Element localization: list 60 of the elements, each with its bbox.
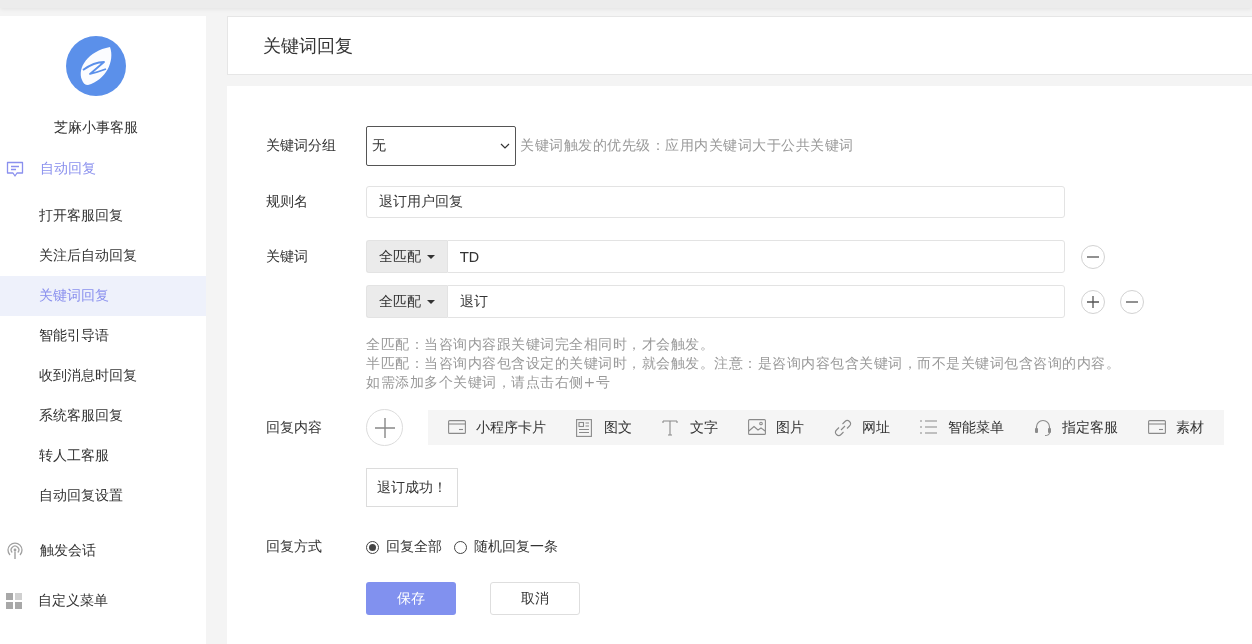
submenu-item[interactable]: 系统客服回复 [0, 396, 206, 436]
minus-icon [1126, 300, 1138, 303]
submenu-item[interactable]: 收到消息时回复 [0, 356, 206, 396]
card-icon [1148, 418, 1166, 437]
grid-icon [6, 593, 22, 609]
submenu-item[interactable]: 关注后自动回复 [0, 236, 206, 276]
help-text: 全匹配：当咨询内容跟关键词完全相同时，才会触发。 [366, 335, 715, 354]
reply-type-button[interactable]: 素材 [1148, 418, 1204, 437]
help-text: 如需添加多个关键词，请点击右侧+号 [366, 373, 612, 392]
help-text: 半匹配：当咨询内容包含设定的关键词时，就会触发。注意：是咨询内容包含关键词，而不是关键词包含咨询的内容。 [366, 354, 1121, 373]
field-label: 规则名 [266, 193, 309, 211]
caret-icon [427, 254, 435, 259]
add-keyword-button[interactable] [1081, 289, 1105, 314]
submenu-item[interactable]: 自动回复设置 [0, 476, 206, 516]
rule-name-input[interactable]: 退订用户回复 [366, 186, 1065, 218]
image-icon [748, 418, 766, 437]
radio-option[interactable]: 随机回复一条 [454, 538, 558, 556]
document-icon [576, 418, 594, 437]
broadcast-icon [6, 542, 24, 560]
brand-name: 芝麻小事客服 [54, 118, 138, 137]
reply-type-button[interactable]: 小程序卡片 [448, 418, 546, 437]
match-dropdown[interactable]: 全匹配 [366, 240, 447, 273]
field-label: 关键词分组 [266, 137, 337, 155]
submenu-item[interactable]: 智能引导语 [0, 316, 206, 356]
submenu-item[interactable]: 打开客服回复 [0, 196, 206, 236]
message-icon [6, 160, 24, 178]
menu-item[interactable]: 自定义菜单 [0, 576, 206, 626]
list-icon [920, 418, 938, 437]
submenu-item[interactable]: 转人工客服 [0, 436, 206, 476]
cancel-button[interactable]: 取消 [490, 582, 580, 615]
field-label: 关键词 [266, 247, 309, 266]
leaf-logo-icon [66, 36, 126, 96]
reply-type-button[interactable]: 智能菜单 [920, 418, 1004, 437]
keyword-input[interactable]: TD [447, 240, 1065, 273]
keyword-input[interactable]: 退订 [447, 285, 1065, 318]
plus-icon [374, 417, 395, 438]
remove-keyword-button[interactable] [1081, 244, 1105, 269]
chevron-down-icon [500, 143, 510, 149]
headset-icon [1034, 418, 1052, 437]
text-icon [662, 418, 680, 437]
reply-type-button[interactable]: 文字 [662, 418, 718, 437]
remove-keyword-button[interactable] [1120, 289, 1144, 314]
menu-item[interactable]: 触发会话 [0, 526, 206, 576]
card-icon [448, 418, 466, 437]
minus-icon [1087, 255, 1099, 258]
link-icon [834, 418, 852, 437]
reply-message[interactable]: 退订成功！ [366, 468, 458, 507]
group-select[interactable]: 无 [366, 126, 516, 166]
caret-icon [427, 299, 435, 304]
reply-type-button[interactable]: 图文 [576, 418, 632, 437]
page-title: 关键词回复 [263, 33, 353, 58]
plus-icon [1087, 295, 1099, 308]
radio-option[interactable]: 回复全部 [366, 538, 442, 556]
field-label: 回复内容 [266, 418, 323, 437]
reply-type-button[interactable]: 图片 [748, 418, 804, 437]
field-label: 回复方式 [266, 538, 323, 556]
reply-type-button[interactable]: 网址 [834, 418, 890, 437]
reply-type-button[interactable]: 指定客服 [1034, 418, 1118, 437]
hint-text: 关键词触发的优先级：应用内关键词大于公共关键词 [520, 137, 854, 155]
match-dropdown[interactable]: 全匹配 [366, 285, 447, 318]
